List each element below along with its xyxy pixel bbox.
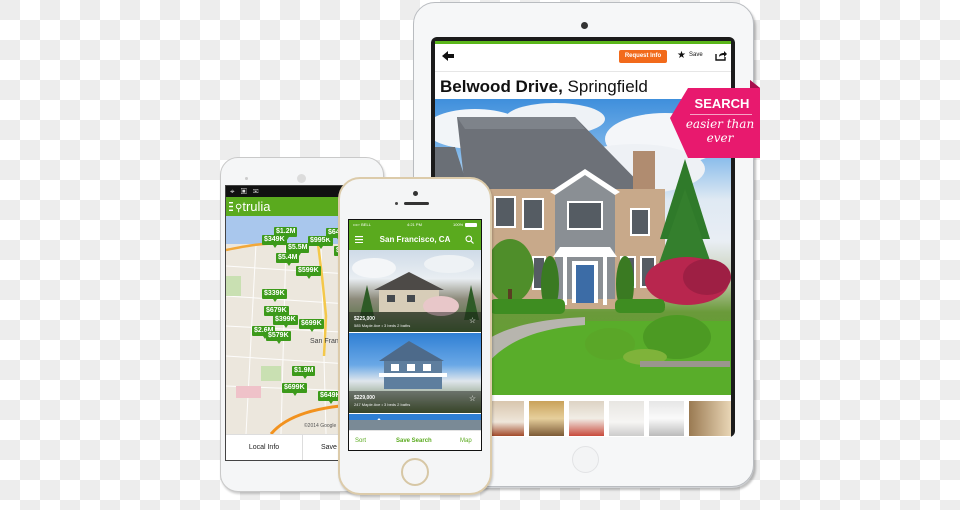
iphone-home-button[interactable] [401, 458, 429, 486]
star-icon[interactable]: ★ [677, 49, 686, 63]
iphone-speaker [404, 202, 429, 205]
local-info-tab[interactable]: Local Info [226, 435, 303, 460]
listing-city: Springfield [567, 77, 648, 96]
photo-thumbnail[interactable] [609, 401, 644, 436]
sort-tab[interactable]: Sort [355, 431, 366, 450]
price-pin[interactable]: $599K [296, 266, 321, 279]
promo-badge-subtitle: easier than ever [680, 117, 760, 145]
photo-thumbnail[interactable] [649, 401, 684, 436]
listing-details: 247 Maple Ave • 3 beds 2 baths [354, 402, 411, 407]
share-icon[interactable] [715, 50, 727, 61]
listing-card[interactable]: $225,000 585 Maple Ave • 3 beds 2 baths … [349, 250, 481, 332]
promo-badge-subtitle-line1: easier than [685, 117, 755, 131]
price-pin[interactable]: $579K [266, 331, 291, 344]
price-pin[interactable]: $349K [262, 235, 287, 248]
iphone-device: ••••◦ BELL 4:21 PM 100% San Francisco, C… [338, 177, 492, 495]
ios-status-bar: ••••◦ BELL 4:21 PM 100% [349, 220, 481, 230]
status-icons: ⌖ ▣ ✉ [230, 187, 261, 196]
price-pin[interactable]: $1.9M [292, 366, 316, 379]
price-pin[interactable]: $5.5M [286, 243, 310, 256]
promo-badge-divider [690, 114, 752, 115]
listing-street: Belwood Drive, [440, 77, 563, 96]
android-sensor [245, 177, 248, 180]
price-pin[interactable]: $699K [282, 383, 307, 396]
save-button[interactable]: Save [689, 52, 703, 58]
price-pin[interactable]: $399K [273, 315, 298, 328]
listing-price: $229,000 [354, 395, 375, 401]
iphone-screen: ••••◦ BELL 4:21 PM 100% San Francisco, C… [348, 219, 482, 451]
favorite-star-icon[interactable]: ☆ [469, 316, 476, 325]
battery-icon [465, 223, 477, 227]
listing-title: Belwood Drive, Springfield [440, 77, 648, 97]
android-camera [297, 174, 306, 183]
price-pin[interactable]: $339K [262, 289, 287, 302]
ios-tab-bar: Sort Save Search Map [349, 430, 481, 450]
favorite-star-icon[interactable]: ☆ [469, 394, 476, 403]
listing-details: 585 Maple Ave • 3 beds 2 baths [354, 323, 411, 328]
photo-thumbnail[interactable] [569, 401, 604, 436]
listing-price: $225,000 [354, 316, 375, 322]
tablet-camera [581, 22, 588, 29]
tablet-toolbar: Request Info ★ Save [435, 44, 731, 72]
listing-photo [349, 341, 481, 413]
trulia-logo[interactable]: ⚲trulia [235, 199, 271, 216]
request-info-button[interactable]: Request Info [619, 50, 667, 63]
search-icon[interactable] [465, 235, 474, 244]
map-tab[interactable]: Map [460, 431, 472, 450]
battery-level: 100% [453, 222, 464, 227]
tablet-home-button[interactable] [572, 446, 599, 473]
price-pin[interactable]: $699K [299, 319, 324, 332]
listing-photo [349, 418, 481, 430]
price-pin[interactable]: $5.4M [276, 253, 300, 266]
nav-title: San Francisco, CA [379, 235, 451, 244]
iphone-camera [413, 191, 418, 196]
photo-thumbnail[interactable] [529, 401, 564, 436]
listing-card[interactable]: $229,000 247 Maple Ave • 3 beds 2 baths … [349, 333, 481, 413]
iphone-app: ••••◦ BELL 4:21 PM 100% San Francisco, C… [349, 220, 481, 450]
menu-icon[interactable] [229, 202, 233, 211]
promo-badge-subtitle-line2: ever [706, 131, 734, 145]
arrow-left-icon[interactable] [441, 49, 455, 63]
photo-thumbnail[interactable] [689, 401, 731, 436]
listing-card[interactable] [349, 414, 481, 430]
promo-badge-title: SEARCH [694, 96, 750, 111]
map-copyright: ©2014 Google [304, 423, 337, 429]
status-time: 4:21 PM [407, 222, 422, 227]
iphone-sensor [395, 202, 398, 205]
save-search-tab[interactable]: Save Search [396, 431, 432, 450]
photo-thumbnail[interactable] [489, 401, 524, 436]
ios-nav-bar: San Francisco, CA [349, 230, 481, 250]
carrier: ••••◦ BELL [353, 222, 371, 227]
trulia-logo-text: trulia [242, 199, 271, 214]
